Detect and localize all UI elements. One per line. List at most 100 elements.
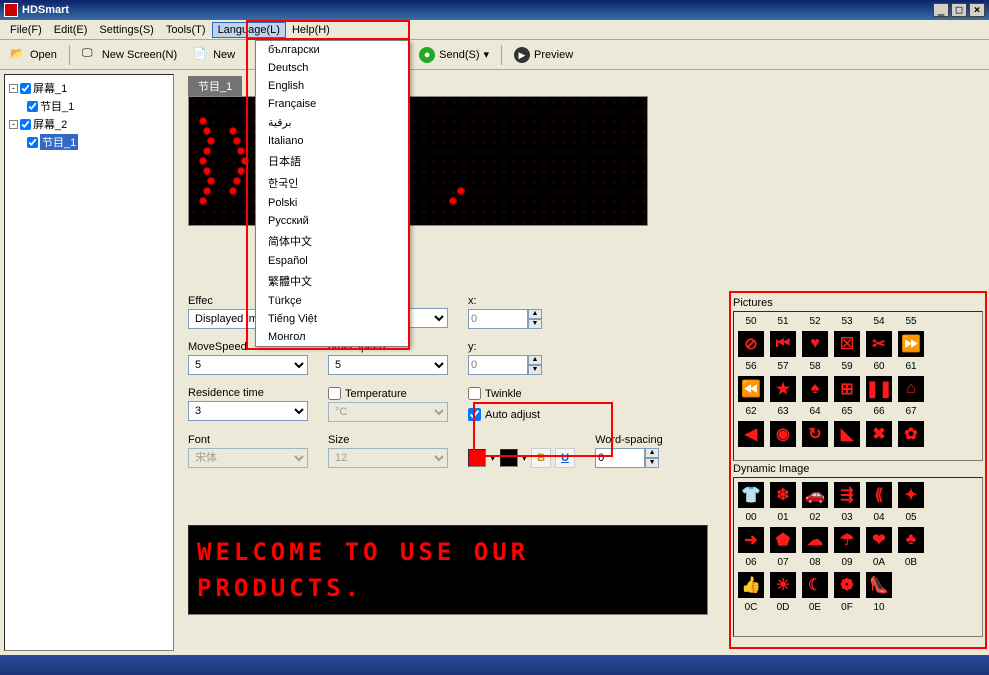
- thumbnail[interactable]: ☂: [834, 527, 860, 553]
- spin-down-icon[interactable]: ▼: [528, 319, 542, 329]
- thumbnail[interactable]: ⌂: [898, 376, 924, 402]
- thumbnail[interactable]: ⊞: [834, 376, 860, 402]
- preview-button[interactable]: ▶ Preview: [510, 44, 577, 66]
- thumbnail[interactable]: ⇶: [834, 482, 860, 508]
- thumbnail[interactable]: ✿: [898, 421, 924, 447]
- thumbnail[interactable]: ★: [770, 376, 796, 402]
- maximize-button[interactable]: □: [951, 3, 967, 17]
- menu-edit[interactable]: Edit(E): [48, 22, 94, 38]
- menu-settings[interactable]: Settings(S): [93, 22, 159, 38]
- tree-program-1[interactable]: 节目_1: [27, 97, 169, 115]
- tree-screen-1[interactable]: - 屏幕_1: [9, 79, 169, 97]
- thumbnail[interactable]: ➜: [738, 527, 764, 553]
- wordspacing-input[interactable]: [595, 448, 645, 468]
- lang-item[interactable]: Türkçe: [256, 292, 409, 310]
- thumbnail[interactable]: ↻: [802, 421, 828, 447]
- spin-down-icon[interactable]: ▼: [645, 458, 659, 468]
- thumbnail-number: 03: [834, 512, 860, 523]
- thumbnail[interactable]: ♣: [898, 527, 924, 553]
- thumbnail[interactable]: ◀: [738, 421, 764, 447]
- thumbnail[interactable]: ☀: [770, 572, 796, 598]
- bold-button[interactable]: B: [531, 448, 551, 468]
- preview-tab[interactable]: 节目_1: [188, 76, 242, 96]
- new-screen-button[interactable]: 🖵 New Screen(N): [78, 44, 181, 66]
- lang-item[interactable]: Español: [256, 252, 409, 270]
- thumbnail[interactable]: ⬟: [770, 527, 796, 553]
- tree-screen-2[interactable]: - 屏幕_2: [9, 115, 169, 133]
- collapse-icon[interactable]: -: [9, 84, 18, 93]
- thumbnail[interactable]: ⏪: [738, 376, 764, 402]
- text-banner[interactable]: WELCOME TO USE OUR PRODUCTS.: [188, 525, 708, 615]
- spin-down-icon[interactable]: ▼: [528, 365, 542, 375]
- autoadjust-checkbox[interactable]: [468, 408, 481, 421]
- thumbnail[interactable]: ♥: [802, 331, 828, 357]
- thumbnail[interactable]: ⊘: [738, 331, 764, 357]
- orderspeed-select[interactable]: 5: [328, 355, 448, 375]
- underline-button[interactable]: U: [555, 448, 575, 468]
- open-button[interactable]: 📂 Open: [6, 44, 61, 66]
- lang-item[interactable]: 繁體中文: [256, 270, 409, 292]
- spin-up-icon[interactable]: ▲: [528, 309, 542, 319]
- thumbnail[interactable]: ❤: [866, 527, 892, 553]
- lang-item[interactable]: Монгол: [256, 328, 409, 346]
- thumbnail[interactable]: ⟪: [866, 482, 892, 508]
- tree-label: 屏幕_2: [33, 116, 67, 132]
- collapse-icon[interactable]: -: [9, 120, 18, 129]
- thumbnail[interactable]: ⏩: [898, 331, 924, 357]
- thumbnail[interactable]: ✂: [866, 331, 892, 357]
- residence-select[interactable]: 3: [188, 401, 308, 421]
- lang-item[interactable]: 日本語: [256, 150, 409, 172]
- color-swatch-red[interactable]: [468, 449, 486, 467]
- thumbnail[interactable]: 👍: [738, 572, 764, 598]
- lang-item[interactable]: English: [256, 77, 409, 95]
- lang-item[interactable]: Tiếng Việt: [256, 310, 409, 328]
- thumbnail[interactable]: ❁: [834, 572, 860, 598]
- app-icon: [4, 3, 18, 17]
- lang-item[interactable]: Polski: [256, 194, 409, 212]
- thumbnail[interactable]: ◉: [770, 421, 796, 447]
- dropdown-arrow-icon[interactable]: ▾: [522, 451, 528, 464]
- thumbnail[interactable]: ✦: [898, 482, 924, 508]
- menu-language[interactable]: Language(L): [212, 22, 286, 38]
- temperature-checkbox[interactable]: [328, 387, 341, 400]
- thumbnail[interactable]: ❄: [770, 482, 796, 508]
- lang-item[interactable]: برقية: [256, 113, 409, 132]
- spin-up-icon[interactable]: ▲: [645, 448, 659, 458]
- thumbnail[interactable]: 👕: [738, 482, 764, 508]
- tree-checkbox[interactable]: [27, 137, 38, 148]
- lang-item[interactable]: 简体中文: [256, 230, 409, 252]
- thumbnail[interactable]: 🚗: [802, 482, 828, 508]
- thumbnail[interactable]: ◣: [834, 421, 860, 447]
- thumbnail[interactable]: ❚❚: [866, 376, 892, 402]
- thumbnail[interactable]: ☁: [802, 527, 828, 553]
- tree-checkbox[interactable]: [20, 83, 31, 94]
- lang-item[interactable]: Italiano: [256, 132, 409, 150]
- menu-help[interactable]: Help(H): [286, 22, 336, 38]
- lang-item[interactable]: български: [256, 41, 409, 59]
- thumbnail[interactable]: ⏮: [770, 331, 796, 357]
- dropdown-arrow-icon[interactable]: ▾: [490, 451, 496, 464]
- thumbnail[interactable]: ✖: [866, 421, 892, 447]
- thumbnail[interactable]: ☾: [802, 572, 828, 598]
- thumbnail-number: 56: [738, 361, 764, 372]
- movespeed-select[interactable]: 5: [188, 355, 308, 375]
- spin-up-icon[interactable]: ▲: [528, 355, 542, 365]
- menu-tools[interactable]: Tools(T): [160, 22, 212, 38]
- close-button[interactable]: ×: [969, 3, 985, 17]
- new-program-button[interactable]: 📄 New: [189, 44, 239, 66]
- tree-checkbox[interactable]: [27, 101, 38, 112]
- tree-checkbox[interactable]: [20, 119, 31, 130]
- tree-program-2[interactable]: 节目_1: [27, 133, 169, 151]
- lang-item[interactable]: Française: [256, 95, 409, 113]
- twinkle-checkbox[interactable]: [468, 387, 481, 400]
- thumbnail[interactable]: 👠: [866, 572, 892, 598]
- lang-item[interactable]: 한국인: [256, 172, 409, 194]
- thumbnail[interactable]: ☒: [834, 331, 860, 357]
- send-button[interactable]: ● Send(S) ▾: [415, 44, 493, 66]
- menu-file[interactable]: File(F): [4, 22, 48, 38]
- lang-item[interactable]: Deutsch: [256, 59, 409, 77]
- thumbnail[interactable]: ♠: [802, 376, 828, 402]
- color-swatch-black[interactable]: [500, 449, 518, 467]
- lang-item[interactable]: Русский: [256, 212, 409, 230]
- minimize-button[interactable]: _: [933, 3, 949, 17]
